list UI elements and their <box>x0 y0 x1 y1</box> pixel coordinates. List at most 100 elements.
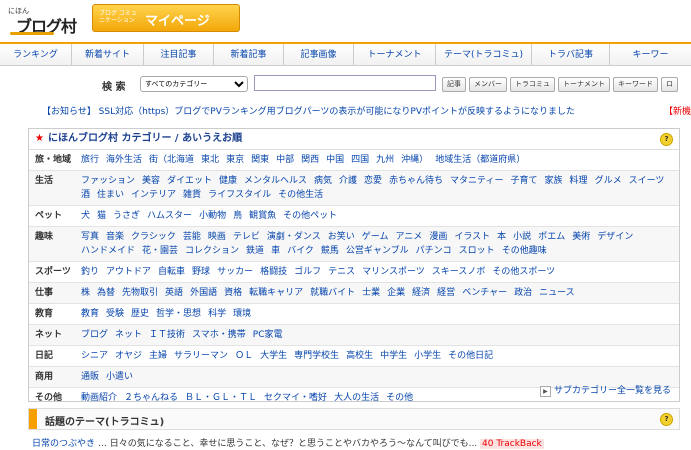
category-link[interactable]: 小遣い <box>106 370 133 384</box>
category-link[interactable]: 関西 <box>301 153 319 167</box>
tab-post-images[interactable]: 記事画像 <box>284 44 354 66</box>
search-keyword-button[interactable]: キーワード <box>613 77 658 92</box>
category-link[interactable]: マリンスポーツ <box>362 265 425 279</box>
category-link[interactable]: ゲーム <box>362 230 389 244</box>
category-link[interactable]: 家族 <box>545 174 563 188</box>
category-link[interactable]: 漫画 <box>429 230 447 244</box>
category-link[interactable]: 野球 <box>192 265 210 279</box>
category-link[interactable]: 小説 <box>513 230 531 244</box>
category-link[interactable]: 小学生 <box>414 349 441 363</box>
category-link[interactable]: 美術 <box>572 230 590 244</box>
category-link[interactable]: 沖縄） <box>401 153 428 167</box>
category-link[interactable]: 歴史 <box>131 307 149 321</box>
category-link[interactable]: ベンチャー <box>462 286 507 300</box>
category-link[interactable]: 英語 <box>165 286 183 300</box>
category-link[interactable]: ファッション <box>81 174 135 188</box>
category-link[interactable]: 主婦 <box>149 349 167 363</box>
category-link[interactable]: 犬 <box>81 209 90 223</box>
category-link[interactable]: ハムスター <box>147 209 192 223</box>
category-link[interactable]: スキースノボ <box>432 265 486 279</box>
category-link[interactable]: 受験 <box>106 307 124 321</box>
category-link[interactable]: 芸能 <box>183 230 201 244</box>
category-select[interactable]: すべてのカテゴリー <box>140 76 248 92</box>
tab-tournament[interactable]: トーナメント <box>354 44 436 66</box>
theme-help-icon[interactable]: ? <box>660 413 673 426</box>
category-link[interactable]: ゴルフ <box>294 265 321 279</box>
category-link[interactable]: 花・園芸 <box>142 244 178 258</box>
category-link[interactable]: ダイエット <box>167 174 212 188</box>
category-link[interactable]: 就職バイト <box>310 286 355 300</box>
category-link[interactable]: 高校生 <box>346 349 373 363</box>
category-link[interactable]: ブログ <box>81 328 108 342</box>
category-link[interactable]: 写真 <box>81 230 99 244</box>
category-link[interactable]: 政治 <box>514 286 532 300</box>
category-link[interactable]: 中国 <box>326 153 344 167</box>
trackback-count-badge[interactable]: 40 TrackBack <box>480 439 544 449</box>
category-link[interactable]: その他趣味 <box>502 244 547 258</box>
category-link[interactable]: 恋愛 <box>364 174 382 188</box>
search-more-button[interactable]: ロ <box>661 77 678 92</box>
category-link[interactable]: 自転車 <box>158 265 185 279</box>
category-link[interactable]: 為替 <box>97 286 115 300</box>
category-link[interactable]: 本 <box>497 230 506 244</box>
category-link[interactable]: 経営 <box>437 286 455 300</box>
category-link[interactable]: コレクション <box>185 244 239 258</box>
category-link[interactable]: その他ペット <box>283 209 337 223</box>
category-link[interactable]: ネット <box>115 328 142 342</box>
category-link[interactable]: メンタルヘルス <box>244 174 307 188</box>
category-link[interactable]: 健康 <box>219 174 237 188</box>
category-link[interactable]: 車 <box>271 244 280 258</box>
site-logo[interactable]: にほん ブログ村 <box>6 6 88 36</box>
category-link[interactable]: ２ちゃんねる <box>124 391 178 405</box>
category-link[interactable]: お笑い <box>328 230 355 244</box>
category-link[interactable]: 猫 <box>97 209 106 223</box>
category-link[interactable]: 病気 <box>314 174 332 188</box>
category-link[interactable]: うさぎ <box>113 209 140 223</box>
category-link[interactable]: 企業 <box>387 286 405 300</box>
help-icon[interactable]: ? <box>660 133 673 146</box>
category-link[interactable]: 関東 <box>251 153 269 167</box>
category-link[interactable]: テニス <box>328 265 355 279</box>
category-link[interactable]: その他スポーツ <box>492 265 555 279</box>
category-link[interactable]: バイク <box>287 244 314 258</box>
category-link[interactable]: イラスト <box>454 230 490 244</box>
search-input[interactable] <box>254 75 436 91</box>
category-link[interactable]: 演劇・ダンス <box>267 230 321 244</box>
category-link[interactable]: 赤ちゃん待ち <box>389 174 443 188</box>
tab-keyword[interactable]: キーワー <box>610 44 691 66</box>
category-link[interactable]: ライフスタイル <box>208 188 271 202</box>
subcategory-list-link[interactable]: ▶ サブカテゴリー全一覧を見る <box>539 383 671 397</box>
category-link[interactable]: 映画 <box>208 230 226 244</box>
category-link[interactable]: 士業 <box>362 286 380 300</box>
search-members-button[interactable]: メンバー <box>469 77 507 92</box>
category-link[interactable]: 釣り <box>81 265 99 279</box>
category-link[interactable]: 環境 <box>233 307 251 321</box>
category-link[interactable]: 株 <box>81 286 90 300</box>
category-link[interactable]: 大人の生活 <box>334 391 379 405</box>
category-link[interactable]: オヤジ <box>115 349 142 363</box>
category-link[interactable]: 小動物 <box>199 209 226 223</box>
category-link[interactable]: 中部 <box>276 153 294 167</box>
category-link[interactable]: 料理 <box>570 174 588 188</box>
category-link[interactable]: 酒 <box>81 188 90 202</box>
category-link[interactable]: インテリア <box>131 188 176 202</box>
category-link[interactable]: アニメ <box>395 230 422 244</box>
category-link[interactable]: 子育て <box>511 174 538 188</box>
category-link[interactable]: 公営ギャンブル <box>346 244 409 258</box>
announcement-link[interactable]: 【お知らせ】 SSL対応（https）ブログでPVランキング用ブログパーツの表示… <box>42 104 575 117</box>
category-link[interactable]: スイーツ <box>629 174 665 188</box>
category-link[interactable]: その他 <box>386 391 413 405</box>
category-link[interactable]: ハンドメイド <box>81 244 135 258</box>
category-link[interactable]: 転職キャリア <box>249 286 303 300</box>
category-link[interactable]: 雑貨 <box>183 188 201 202</box>
category-link[interactable]: テレビ <box>233 230 260 244</box>
tab-theme[interactable]: テーマ(トラコミュ) <box>436 44 532 66</box>
category-link[interactable]: 鉄道 <box>246 244 264 258</box>
category-link[interactable]: その他生活 <box>278 188 323 202</box>
category-link[interactable]: 音楽 <box>106 230 124 244</box>
category-link[interactable]: 四国 <box>351 153 369 167</box>
category-link[interactable]: マタニティー <box>450 174 503 188</box>
category-link[interactable]: 教育 <box>81 307 99 321</box>
category-link[interactable]: 格闘技 <box>260 265 287 279</box>
category-link[interactable]: パチンコ <box>416 244 452 258</box>
